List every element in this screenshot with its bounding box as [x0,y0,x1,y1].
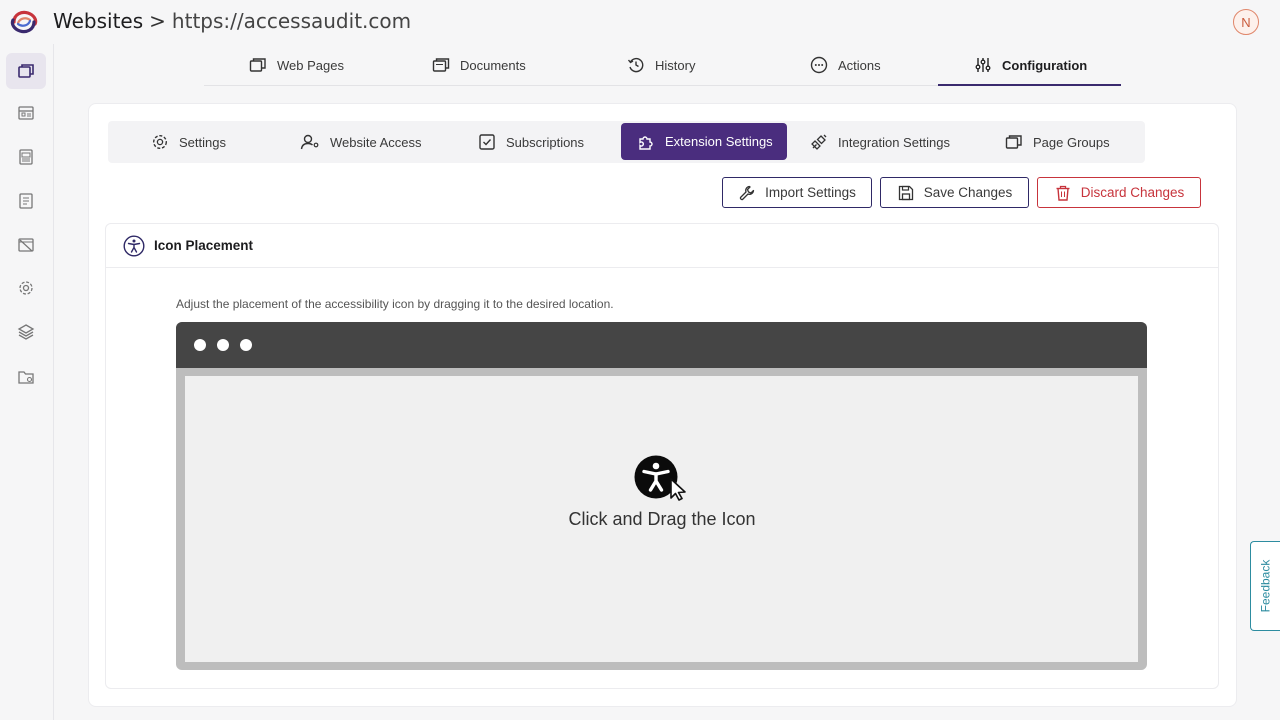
report-icon [19,149,33,165]
breadcrumb-separator: > [149,9,166,33]
sidebar-item-table[interactable] [6,95,46,131]
sub-tab-label: Settings [179,134,226,150]
sidebar-item-folder[interactable] [6,359,46,395]
panel-title: Icon Placement [154,238,254,253]
feedback-tab[interactable]: Feedback [1250,541,1280,631]
tab-subscriptions[interactable]: Subscriptions [478,121,584,163]
avatar[interactable]: N [1233,9,1259,35]
sub-tab-label: Subscriptions [506,134,585,150]
sidebar-item-no-image[interactable] [6,227,46,263]
sub-tab-label: Extension Settings [665,134,773,149]
app-header: Websites > https://accessaudit.com N [0,0,1280,44]
cursor-icon [670,478,686,501]
main-tabs: Web Pages Documents History Actions Conf… [204,44,1121,86]
tab-web-pages[interactable]: Web Pages [249,44,344,86]
user-access-icon [300,134,319,150]
browser-title-bar [176,322,1147,368]
feedback-label: Feedback [1258,559,1273,613]
window-dot [240,339,252,351]
sidebar-item-pages[interactable] [6,53,46,89]
folder-settings-icon [18,371,34,384]
tab-settings[interactable]: Settings [151,121,226,163]
checkbox-icon [479,134,495,150]
button-label: Discard Changes [1080,185,1185,200]
drag-instruction: Click and Drag the Icon [568,509,756,529]
tab-website-access[interactable]: Website Access [300,121,422,163]
sidebar [0,44,54,720]
tab-label: Documents [460,57,526,73]
tab-configuration[interactable]: Configuration [974,44,1087,86]
tab-page-groups[interactable]: Page Groups [1005,121,1110,163]
table-icon [18,106,34,120]
sidebar-item-report[interactable] [6,139,46,175]
tab-history[interactable]: History [627,44,695,86]
tab-label: Actions [838,57,881,73]
history-icon [627,57,644,73]
document-icon [19,193,33,209]
tab-label: Configuration [1002,57,1088,73]
plug-icon [811,134,827,150]
panel-description: Adjust the placement of the accessibilit… [176,297,614,311]
app-logo[interactable] [8,8,40,36]
sidebar-item-document[interactable] [6,183,46,219]
tab-label: History [655,57,696,73]
breadcrumb: Websites > https://accessaudit.com [53,9,411,33]
button-label: Save Changes [923,185,1013,200]
gear-icon [19,281,33,295]
window-dot [217,339,229,351]
trash-icon [1056,185,1070,201]
button-label: Import Settings [765,185,856,200]
tab-label: Web Pages [277,57,344,73]
pages-icon [18,64,34,78]
breadcrumb-url: https://accessaudit.com [171,9,412,33]
more-circle-icon [810,56,828,74]
tab-documents[interactable]: Documents [432,44,526,86]
gear-icon [152,134,168,150]
panel-header: Icon Placement [106,224,1218,268]
no-image-icon [18,238,34,252]
sub-tab-label: Website Access [330,134,422,150]
layers-icon [17,324,35,340]
active-tab-indicator [938,84,1121,86]
sidebar-item-settings[interactable] [6,270,46,306]
window-dot [194,339,206,351]
sidebar-item-layers[interactable] [6,314,46,350]
import-settings-button[interactable]: Import Settings [722,177,872,208]
sliders-icon [975,58,991,72]
breadcrumb-root[interactable]: Websites [53,9,143,33]
pages-icon [1005,135,1022,149]
sub-tabs: Settings Website Access Subscriptions Ex… [108,121,1145,163]
sub-tab-label: Integration Settings [838,134,951,150]
accessibility-icon [634,455,686,501]
tab-extension-settings[interactable]: Extension Settings [621,123,787,160]
wrench-icon [739,185,755,200]
puzzle-icon [639,135,653,150]
pages-icon [249,58,266,72]
discard-changes-button[interactable]: Discard Changes [1037,177,1201,208]
save-icon [898,185,913,200]
sub-tab-label: Page Groups [1033,134,1110,150]
tab-integration-settings[interactable]: Integration Settings [810,121,950,163]
save-changes-button[interactable]: Save Changes [880,177,1029,208]
accessibility-icon [123,234,145,257]
tab-actions[interactable]: Actions [810,44,881,86]
draggable-accessibility-icon[interactable] [634,455,690,501]
documents-icon [432,58,450,72]
